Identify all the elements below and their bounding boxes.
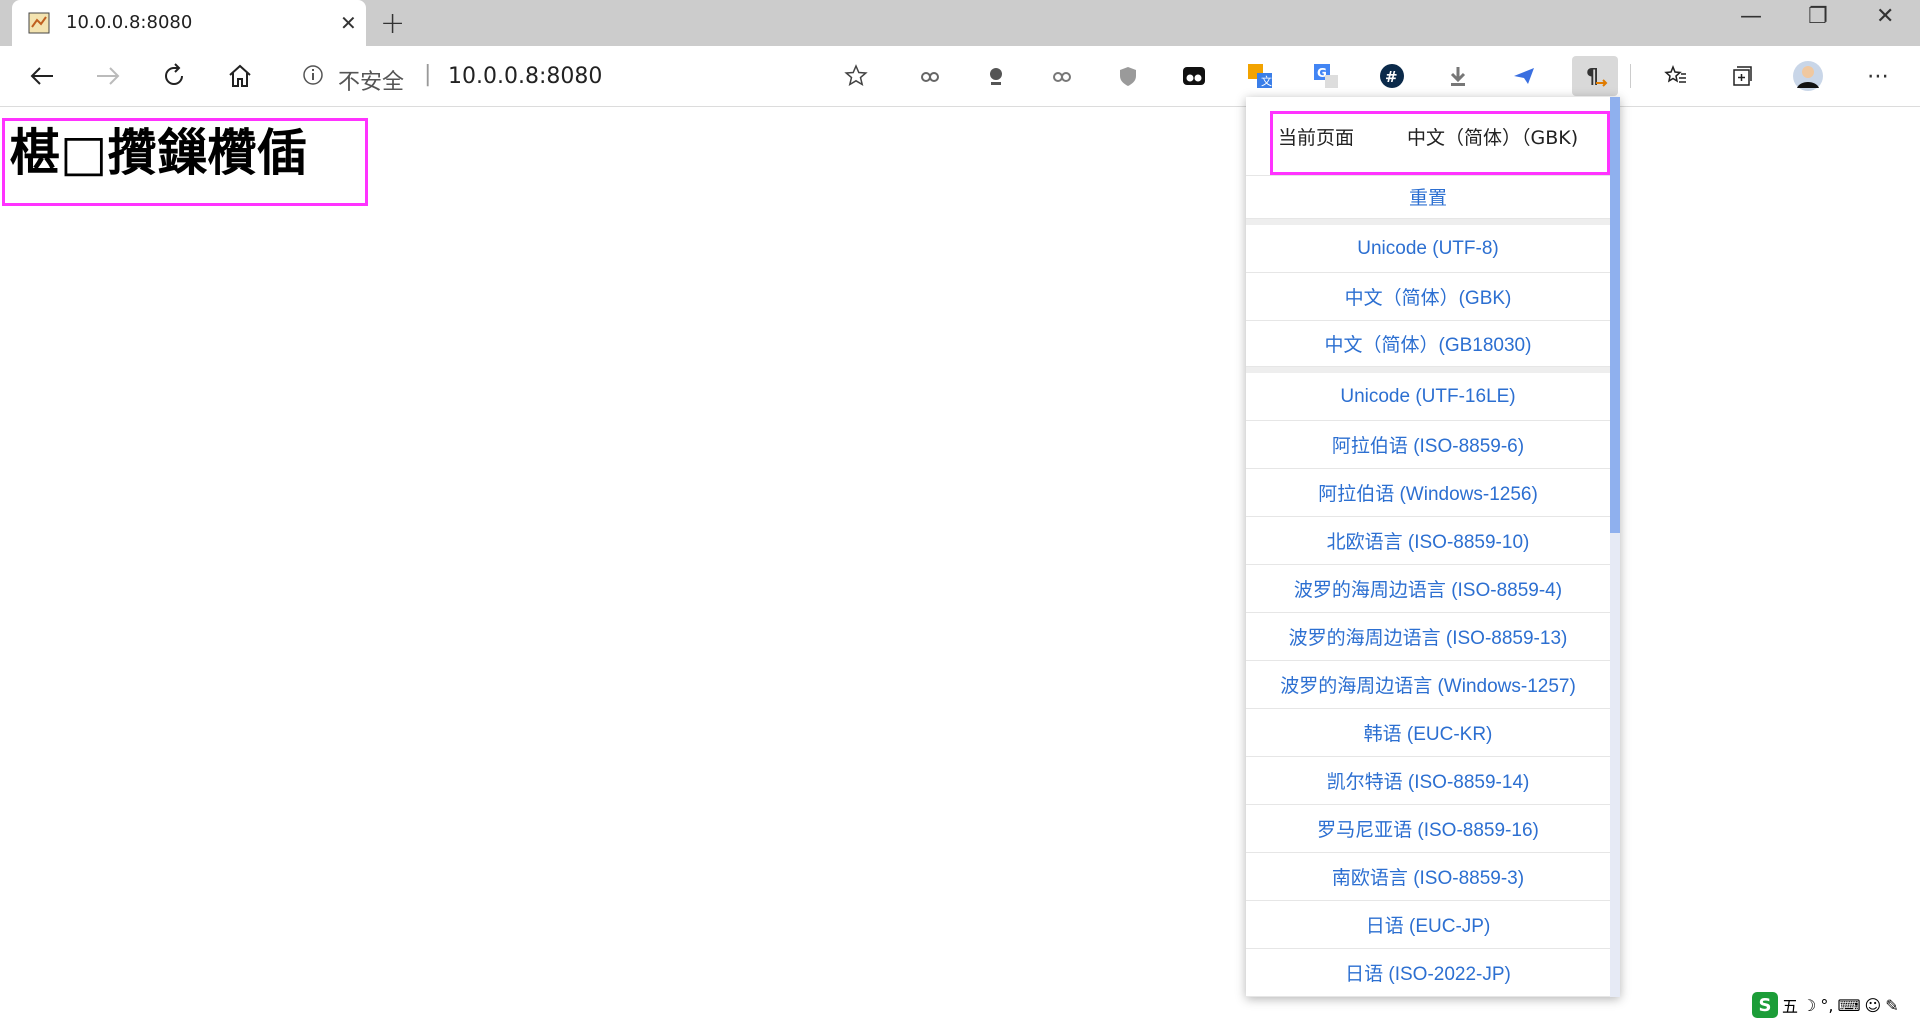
encoding-item[interactable]: Unicode (UTF-8) xyxy=(1246,225,1610,273)
browser-toolbar: 不安全 | 10.0.0.8:8080 文 G # ¶ ⋯ xyxy=(0,46,1920,107)
moon-icon[interactable]: ☽ xyxy=(1802,996,1816,1015)
current-page-encoding: 中文（简体）（GBK) xyxy=(1407,127,1579,149)
encoding-item[interactable]: 阿拉伯语 (ISO-8859-6) xyxy=(1246,421,1610,469)
encoding-item[interactable]: 韩语 (EUC-KR) xyxy=(1246,709,1610,757)
encoding-item[interactable]: 波罗的海周边语言 (Windows-1257) xyxy=(1246,661,1610,709)
window-close-button[interactable]: ✕ xyxy=(1876,4,1894,29)
wubi-mode-label[interactable]: 五 xyxy=(1782,993,1798,1017)
google-translate-icon[interactable]: G xyxy=(1308,58,1344,94)
address-separator: | xyxy=(424,62,432,87)
encoding-item[interactable]: 波罗的海周边语言 (ISO-8859-4) xyxy=(1246,565,1610,613)
toolbar-divider xyxy=(1630,64,1631,88)
svg-text:#: # xyxy=(1385,68,1398,86)
encoding-item[interactable]: 日语 (EUC-JP) xyxy=(1246,901,1610,949)
home-icon[interactable] xyxy=(222,58,258,94)
tampermonkey-icon[interactable] xyxy=(1176,58,1212,94)
user-icon[interactable]: ☺ xyxy=(1865,996,1882,1015)
minimize-button[interactable]: — xyxy=(1740,4,1762,29)
encoding-item[interactable]: 波罗的海周边语言 (ISO-8859-13) xyxy=(1246,613,1610,661)
title-bar: 10.0.0.8:8080 ✕ + — ❐ ✕ xyxy=(0,0,1920,46)
popup-scrollbar-thumb[interactable] xyxy=(1610,97,1620,533)
extension-link-icon[interactable] xyxy=(912,58,948,94)
url-text[interactable]: 10.0.0.8:8080 xyxy=(448,64,602,89)
reset-button[interactable]: 重置 xyxy=(1246,175,1610,219)
encoding-item[interactable]: 罗马尼亚语 (ISO-8859-16) xyxy=(1246,805,1610,853)
hash-extension-icon[interactable]: # xyxy=(1374,58,1410,94)
extension-chain-icon[interactable] xyxy=(1044,58,1080,94)
restore-button[interactable]: ❐ xyxy=(1808,4,1828,29)
extension-satellite-icon[interactable] xyxy=(978,58,1014,94)
encoding-menu-popup: 当前页面 中文（简体）（GBK) 重置 Unicode (UTF-8) 中文（简… xyxy=(1246,97,1620,997)
page-heading: 椹□攢鏁欑偛 xyxy=(10,124,308,182)
tab-title: 10.0.0.8:8080 xyxy=(66,12,193,33)
charset-extension-icon[interactable]: ¶ xyxy=(1572,56,1618,96)
ime-tray: S 五 ☽ °, ⌨ ☺ ✎ xyxy=(1752,990,1920,1020)
info-icon[interactable] xyxy=(302,64,324,90)
encoding-item[interactable]: 中文（简体）(GB18030) xyxy=(1246,321,1610,367)
back-arrow-icon[interactable] xyxy=(24,58,60,94)
address-bar[interactable]: 不安全 | 10.0.0.8:8080 xyxy=(284,54,868,98)
encoding-item[interactable]: Unicode (UTF-16LE) xyxy=(1246,373,1610,421)
svg-text:¶: ¶ xyxy=(1586,64,1599,88)
more-options-icon[interactable]: ⋯ xyxy=(1860,58,1896,94)
extension-shield-icon[interactable] xyxy=(1110,58,1146,94)
encoding-item[interactable]: 阿拉伯语 (Windows-1256) xyxy=(1246,469,1610,517)
translate-icon[interactable]: 文 xyxy=(1242,58,1278,94)
tab-close-icon[interactable]: ✕ xyxy=(340,11,357,35)
encoding-item[interactable]: 中文（简体）(GBK) xyxy=(1246,273,1610,321)
svg-text:文: 文 xyxy=(1261,74,1272,88)
punctuation-icon[interactable]: °, xyxy=(1820,996,1833,1015)
insecure-label: 不安全 xyxy=(338,70,405,95)
encoding-item[interactable]: 南欧语言 (ISO-8859-3) xyxy=(1246,853,1610,901)
popup-scrollbar-track[interactable] xyxy=(1610,97,1620,997)
encoding-item[interactable]: 凯尔特语 (ISO-8859-14) xyxy=(1246,757,1610,805)
download-icon[interactable] xyxy=(1440,58,1476,94)
refresh-icon[interactable] xyxy=(156,58,192,94)
favorites-icon[interactable] xyxy=(1658,58,1694,94)
add-favorite-icon[interactable] xyxy=(844,64,868,92)
encoding-item[interactable]: 北欧语言 (ISO-8859-10) xyxy=(1246,517,1610,565)
sogou-ime-icon[interactable]: S xyxy=(1752,992,1778,1018)
collections-icon[interactable] xyxy=(1724,58,1760,94)
encoding-item[interactable]: 日语 (ISO-2022-JP) xyxy=(1246,949,1610,997)
forward-arrow-icon[interactable] xyxy=(90,58,126,94)
new-tab-button[interactable]: + xyxy=(380,6,405,41)
keyboard-icon[interactable]: ⌨ xyxy=(1837,996,1860,1015)
send-icon[interactable] xyxy=(1506,58,1542,94)
browser-tab[interactable]: 10.0.0.8:8080 ✕ xyxy=(12,0,366,46)
current-page-label: 当前页面 xyxy=(1278,127,1355,149)
tomcat-favicon-icon xyxy=(28,12,50,34)
settings-wrench-icon[interactable]: ✎ xyxy=(1885,996,1898,1015)
profile-avatar[interactable] xyxy=(1790,58,1826,94)
